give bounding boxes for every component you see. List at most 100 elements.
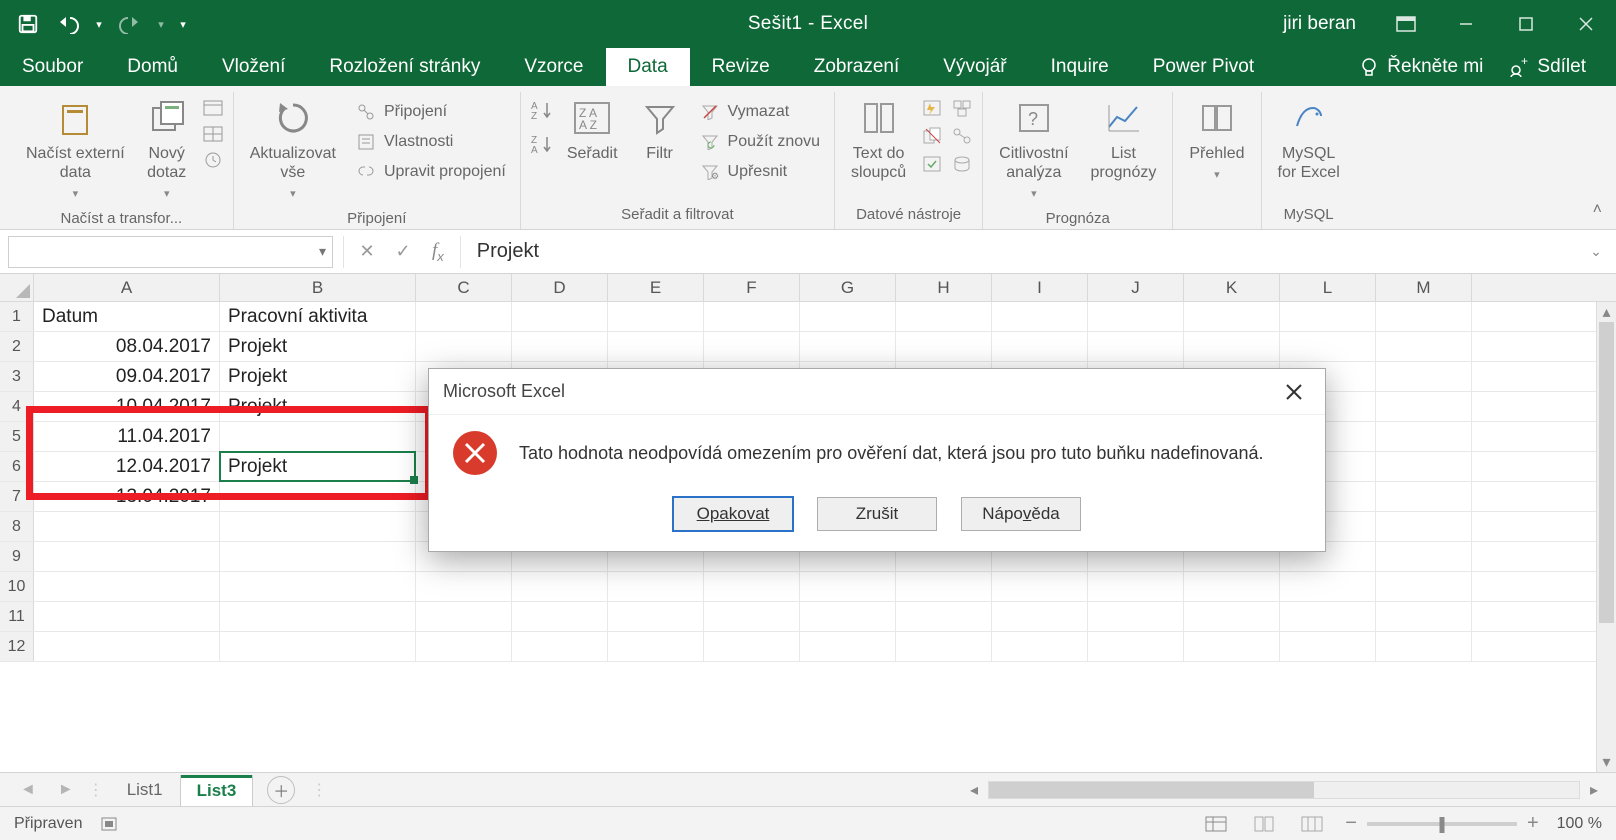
outline-button[interactable]: Přehled ▾ <box>1183 94 1250 186</box>
cell[interactable] <box>1280 572 1376 601</box>
redo-dropdown[interactable]: ▾ <box>152 6 170 42</box>
cell[interactable] <box>416 332 512 361</box>
cell[interactable] <box>608 332 704 361</box>
cell[interactable] <box>512 602 608 631</box>
tell-me[interactable]: Řekněte mi <box>1359 56 1483 78</box>
cell[interactable] <box>800 332 896 361</box>
cell[interactable] <box>1376 332 1472 361</box>
close-button[interactable] <box>1556 0 1616 48</box>
dialog-cancel-button[interactable]: Zrušit <box>817 497 937 531</box>
row-header[interactable]: 11 <box>0 602 34 631</box>
cell[interactable] <box>220 542 416 571</box>
cell[interactable] <box>416 302 512 331</box>
cell[interactable] <box>512 332 608 361</box>
minimize-button[interactable] <box>1436 0 1496 48</box>
cell[interactable] <box>1088 332 1184 361</box>
cell[interactable] <box>1184 332 1280 361</box>
connections-button[interactable]: Připojení <box>352 100 510 124</box>
zoom-level[interactable]: 100 % <box>1557 815 1602 833</box>
column-header[interactable]: M <box>1376 274 1472 301</box>
cell[interactable] <box>992 632 1088 661</box>
zoom-control[interactable]: − + 100 % <box>1345 812 1602 835</box>
cell[interactable] <box>800 302 896 331</box>
cell[interactable] <box>1280 602 1376 631</box>
cell[interactable] <box>1376 482 1472 511</box>
redo-button[interactable] <box>112 6 148 42</box>
cell[interactable]: 10.04.2017 <box>34 392 220 421</box>
column-header[interactable]: J <box>1088 274 1184 301</box>
properties-button[interactable]: Vlastnosti <box>352 130 510 154</box>
zoom-thumb[interactable] <box>1439 817 1444 833</box>
row-header[interactable]: 12 <box>0 632 34 661</box>
cell[interactable] <box>1280 632 1376 661</box>
consolidate-icon[interactable] <box>952 98 972 118</box>
scroll-up-button[interactable]: ▴ <box>1597 302 1616 322</box>
cell[interactable]: Projekt <box>220 362 416 391</box>
maximize-button[interactable] <box>1496 0 1556 48</box>
cell[interactable] <box>416 632 512 661</box>
get-external-data-button[interactable]: Načíst externí data ▾ <box>20 94 131 206</box>
macro-record-icon[interactable] <box>100 815 120 833</box>
cell[interactable]: Pracovní aktivita <box>220 302 416 331</box>
hscroll-track[interactable] <box>988 781 1580 799</box>
cell[interactable] <box>1376 362 1472 391</box>
forecast-sheet-button[interactable]: List prognózy <box>1085 94 1163 186</box>
row-header[interactable]: 4 <box>0 392 34 421</box>
collapse-ribbon-button[interactable]: ˄ <box>1593 201 1602 219</box>
cell[interactable] <box>220 632 416 661</box>
cell[interactable] <box>1184 572 1280 601</box>
sheet-nav-next[interactable]: ► <box>50 781 82 799</box>
reapply-button[interactable]: Použít znovu <box>696 130 825 154</box>
page-break-view-button[interactable] <box>1297 812 1327 836</box>
recent-sources-icon[interactable] <box>203 150 223 170</box>
cell[interactable] <box>1280 302 1376 331</box>
column-header[interactable]: F <box>704 274 800 301</box>
relationships-icon[interactable] <box>952 126 972 146</box>
from-table-icon[interactable] <box>203 124 223 144</box>
zoom-slider[interactable] <box>1367 822 1517 826</box>
row-header[interactable]: 6 <box>0 452 34 481</box>
cell[interactable] <box>220 422 416 451</box>
column-header[interactable]: G <box>800 274 896 301</box>
cell[interactable] <box>608 302 704 331</box>
expand-formula-bar[interactable]: ⌄ <box>1584 243 1608 260</box>
tab-developer[interactable]: Vývojář <box>921 48 1028 86</box>
cell[interactable] <box>34 632 220 661</box>
column-header[interactable]: C <box>416 274 512 301</box>
column-header[interactable]: H <box>896 274 992 301</box>
cell[interactable] <box>416 602 512 631</box>
sort-desc-icon[interactable]: ZA <box>531 134 551 154</box>
ribbon-display-options[interactable] <box>1376 0 1436 48</box>
tab-view[interactable]: Zobrazení <box>792 48 922 86</box>
cell[interactable]: Projekt <box>220 392 416 421</box>
cell[interactable] <box>704 302 800 331</box>
cell[interactable] <box>1376 422 1472 451</box>
cell[interactable] <box>34 542 220 571</box>
zoom-out-button[interactable]: − <box>1345 812 1357 835</box>
normal-view-button[interactable] <box>1201 812 1231 836</box>
name-box[interactable]: ▾ <box>8 236 333 268</box>
row-header[interactable]: 1 <box>0 302 34 331</box>
column-header[interactable]: E <box>608 274 704 301</box>
cell[interactable] <box>896 602 992 631</box>
row-header[interactable]: 8 <box>0 512 34 541</box>
cell[interactable]: 09.04.2017 <box>34 362 220 391</box>
tab-data[interactable]: Data <box>606 48 690 86</box>
cell[interactable] <box>992 302 1088 331</box>
cell[interactable] <box>992 602 1088 631</box>
scroll-right-button[interactable]: ▸ <box>1584 780 1604 800</box>
vscroll-track[interactable] <box>1597 322 1616 752</box>
cell[interactable] <box>1376 512 1472 541</box>
save-button[interactable] <box>10 6 46 42</box>
tab-file[interactable]: Soubor <box>0 48 105 86</box>
column-header[interactable]: I <box>992 274 1088 301</box>
cell[interactable] <box>1376 542 1472 571</box>
undo-dropdown[interactable]: ▾ <box>90 6 108 42</box>
sheet-tab[interactable]: List3 <box>180 775 254 806</box>
cell[interactable] <box>704 602 800 631</box>
cell[interactable] <box>992 572 1088 601</box>
cell[interactable] <box>1376 452 1472 481</box>
cell[interactable]: 13.04.2017 <box>34 482 220 511</box>
cell[interactable] <box>512 572 608 601</box>
cell[interactable] <box>34 602 220 631</box>
